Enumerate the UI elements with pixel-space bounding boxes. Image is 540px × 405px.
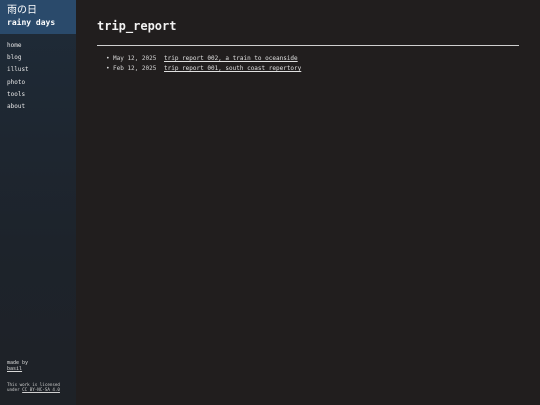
site-title-english: rainy days (7, 18, 56, 27)
nav-item-blog[interactable]: blog (7, 52, 76, 64)
post-link[interactable]: trip report 001, south coast repertory (164, 65, 301, 72)
credit: made by basil (7, 360, 28, 372)
bullet-icon: • (106, 55, 110, 62)
license-link[interactable]: CC BY-NC-SA 4.0 (22, 387, 60, 392)
main-content: trip_report • May 12, 2025 trip report 002… (97, 0, 519, 74)
site-title-japanese: 雨の日 (7, 5, 37, 16)
post-date: Feb 12, 2025 (113, 65, 157, 72)
sidebar: 雨の日 rainy days home blog illust photo to… (0, 0, 76, 405)
post-list-item: • May 12, 2025 trip report 002, a train to… (106, 54, 519, 64)
nav-item-about[interactable]: about (7, 101, 76, 113)
divider (97, 45, 519, 46)
page-title: trip_report (97, 19, 177, 33)
license-notice: This work is licensed under CC BY-NC-SA … (7, 382, 67, 392)
sidebar-nav: home blog illust photo tools about (0, 40, 76, 113)
nav-item-tools[interactable]: tools (7, 89, 76, 101)
author-link[interactable]: basil (7, 366, 28, 372)
site-brand[interactable]: 雨の日 rainy days (0, 0, 76, 34)
nav-item-photo[interactable]: photo (7, 77, 76, 89)
post-link[interactable]: trip report 002, a train to oceanside (164, 55, 298, 62)
app-root: 雨の日 rainy days home blog illust photo to… (0, 0, 540, 405)
post-list: • May 12, 2025 trip report 002, a train to… (97, 54, 519, 74)
nav-item-home[interactable]: home (7, 40, 76, 52)
bullet-icon: • (106, 65, 110, 72)
post-list-item: • Feb 12, 2025 trip report 001, south coas… (106, 64, 519, 74)
post-date: May 12, 2025 (113, 55, 157, 62)
nav-item-illust[interactable]: illust (7, 64, 76, 76)
